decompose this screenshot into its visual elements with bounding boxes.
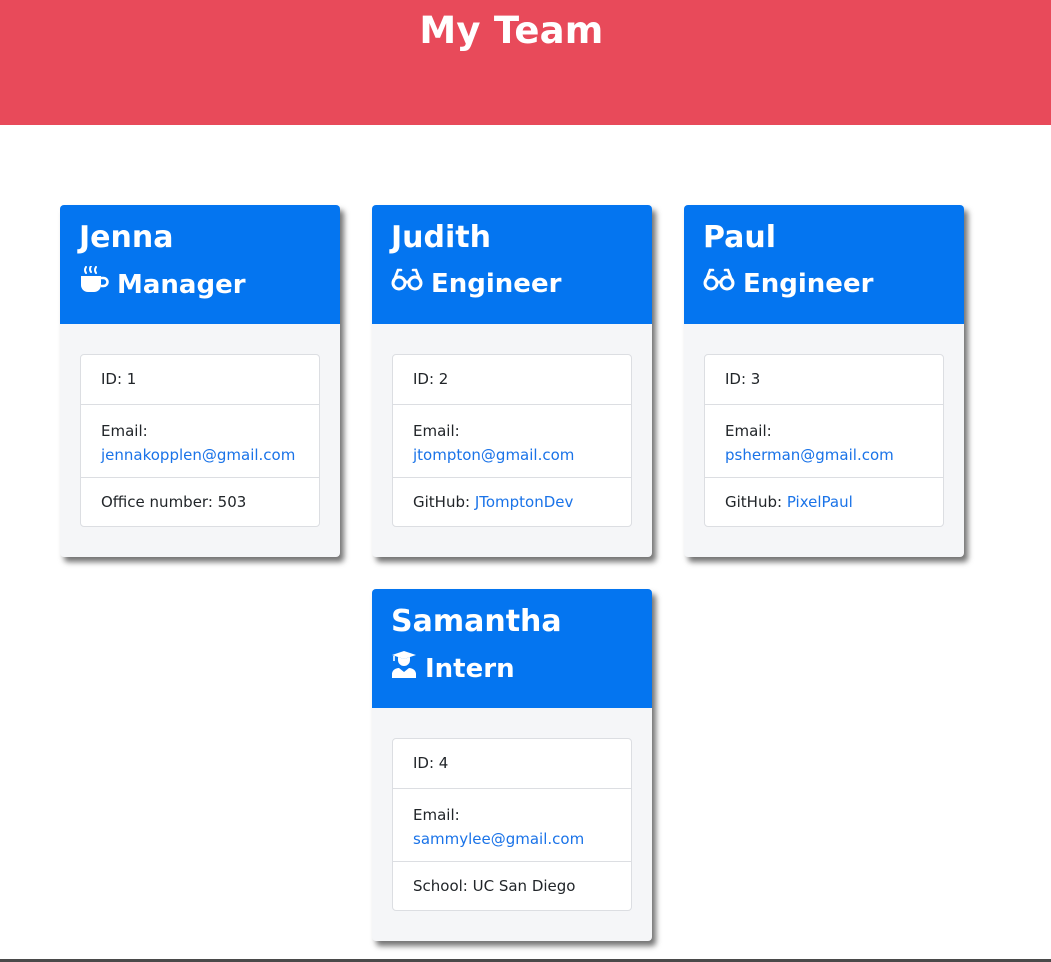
employee-name: Paul bbox=[703, 220, 777, 255]
page-title: My Team bbox=[419, 9, 604, 52]
employee-role: Intern bbox=[391, 650, 633, 687]
office-number-item: Office number: 503 bbox=[81, 477, 319, 526]
card-body: ID: 1 Email: jennakopplen@gmail.com Offi… bbox=[60, 324, 340, 557]
email-link[interactable]: psherman@gmail.com bbox=[725, 446, 894, 464]
card-body: ID: 3 Email: psherman@gmail.com GitHub: … bbox=[684, 324, 964, 557]
employee-card: Judith Engineer ID: 2 Email: jtompton@gm… bbox=[372, 205, 652, 557]
card-body: ID: 4 Email: sammylee@gmail.com School: … bbox=[372, 708, 652, 941]
employee-card: Paul Engineer ID: 3 Email: psherman@gmai… bbox=[684, 205, 964, 557]
github-link[interactable]: PixelPaul bbox=[787, 493, 853, 511]
card-header: Jenna Manager bbox=[60, 205, 340, 324]
email-item: Email: psherman@gmail.com bbox=[705, 404, 943, 477]
employee-role-label: Manager bbox=[117, 269, 246, 300]
id-item: ID: 4 bbox=[413, 754, 449, 772]
glasses-icon bbox=[391, 266, 423, 301]
card-header: Samantha Intern bbox=[372, 589, 652, 708]
github-item: GitHub: JTomptonDev bbox=[393, 477, 631, 526]
coffee-icon bbox=[79, 265, 109, 303]
employee-role: Manager bbox=[79, 265, 321, 303]
email-item: Email: jennakopplen@gmail.com bbox=[81, 404, 319, 477]
glasses-icon bbox=[703, 266, 735, 301]
card-header: Judith Engineer bbox=[372, 205, 652, 324]
email-link[interactable]: sammylee@gmail.com bbox=[413, 830, 584, 848]
employee-role: Engineer bbox=[391, 266, 633, 301]
employee-card: Jenna Manager ID: 1 Email: jennakopplen@… bbox=[60, 205, 340, 557]
github-label: GitHub: bbox=[413, 493, 475, 511]
employee-role-label: Engineer bbox=[431, 268, 562, 299]
email-link[interactable]: jtompton@gmail.com bbox=[413, 446, 574, 464]
email-item: Email: jtompton@gmail.com bbox=[393, 404, 631, 477]
email-link[interactable]: jennakopplen@gmail.com bbox=[101, 446, 295, 464]
info-list: ID: 2 Email: jtompton@gmail.com GitHub: … bbox=[392, 354, 632, 527]
email-label: Email: bbox=[413, 806, 460, 824]
email-label: Email: bbox=[413, 422, 460, 440]
github-link[interactable]: JTomptonDev bbox=[475, 493, 574, 511]
employee-role: Engineer bbox=[703, 266, 945, 301]
email-item: Email: sammylee@gmail.com bbox=[393, 788, 631, 861]
graduate-icon bbox=[391, 650, 417, 687]
info-list: ID: 4 Email: sammylee@gmail.com School: … bbox=[392, 738, 632, 911]
employee-name: Judith bbox=[391, 220, 491, 255]
employee-role-label: Intern bbox=[425, 653, 515, 684]
card-header: Paul Engineer bbox=[684, 205, 964, 324]
header-banner: My Team bbox=[0, 0, 1051, 125]
github-item: GitHub: PixelPaul bbox=[705, 477, 943, 526]
id-item: ID: 3 bbox=[725, 370, 761, 388]
card-body: ID: 2 Email: jtompton@gmail.com GitHub: … bbox=[372, 324, 652, 557]
employee-role-label: Engineer bbox=[743, 268, 874, 299]
school-item: School: UC San Diego bbox=[393, 861, 631, 910]
employee-name: Jenna bbox=[79, 220, 174, 255]
info-list: ID: 1 Email: jennakopplen@gmail.com Offi… bbox=[80, 354, 320, 527]
id-item: ID: 1 bbox=[101, 370, 137, 388]
email-label: Email: bbox=[101, 422, 148, 440]
id-item: ID: 2 bbox=[413, 370, 449, 388]
email-label: Email: bbox=[725, 422, 772, 440]
github-label: GitHub: bbox=[725, 493, 787, 511]
employee-card: Samantha Intern ID: 4 Email: sammylee@gm… bbox=[372, 589, 652, 941]
employee-name: Samantha bbox=[391, 604, 562, 639]
info-list: ID: 3 Email: psherman@gmail.com GitHub: … bbox=[704, 354, 944, 527]
